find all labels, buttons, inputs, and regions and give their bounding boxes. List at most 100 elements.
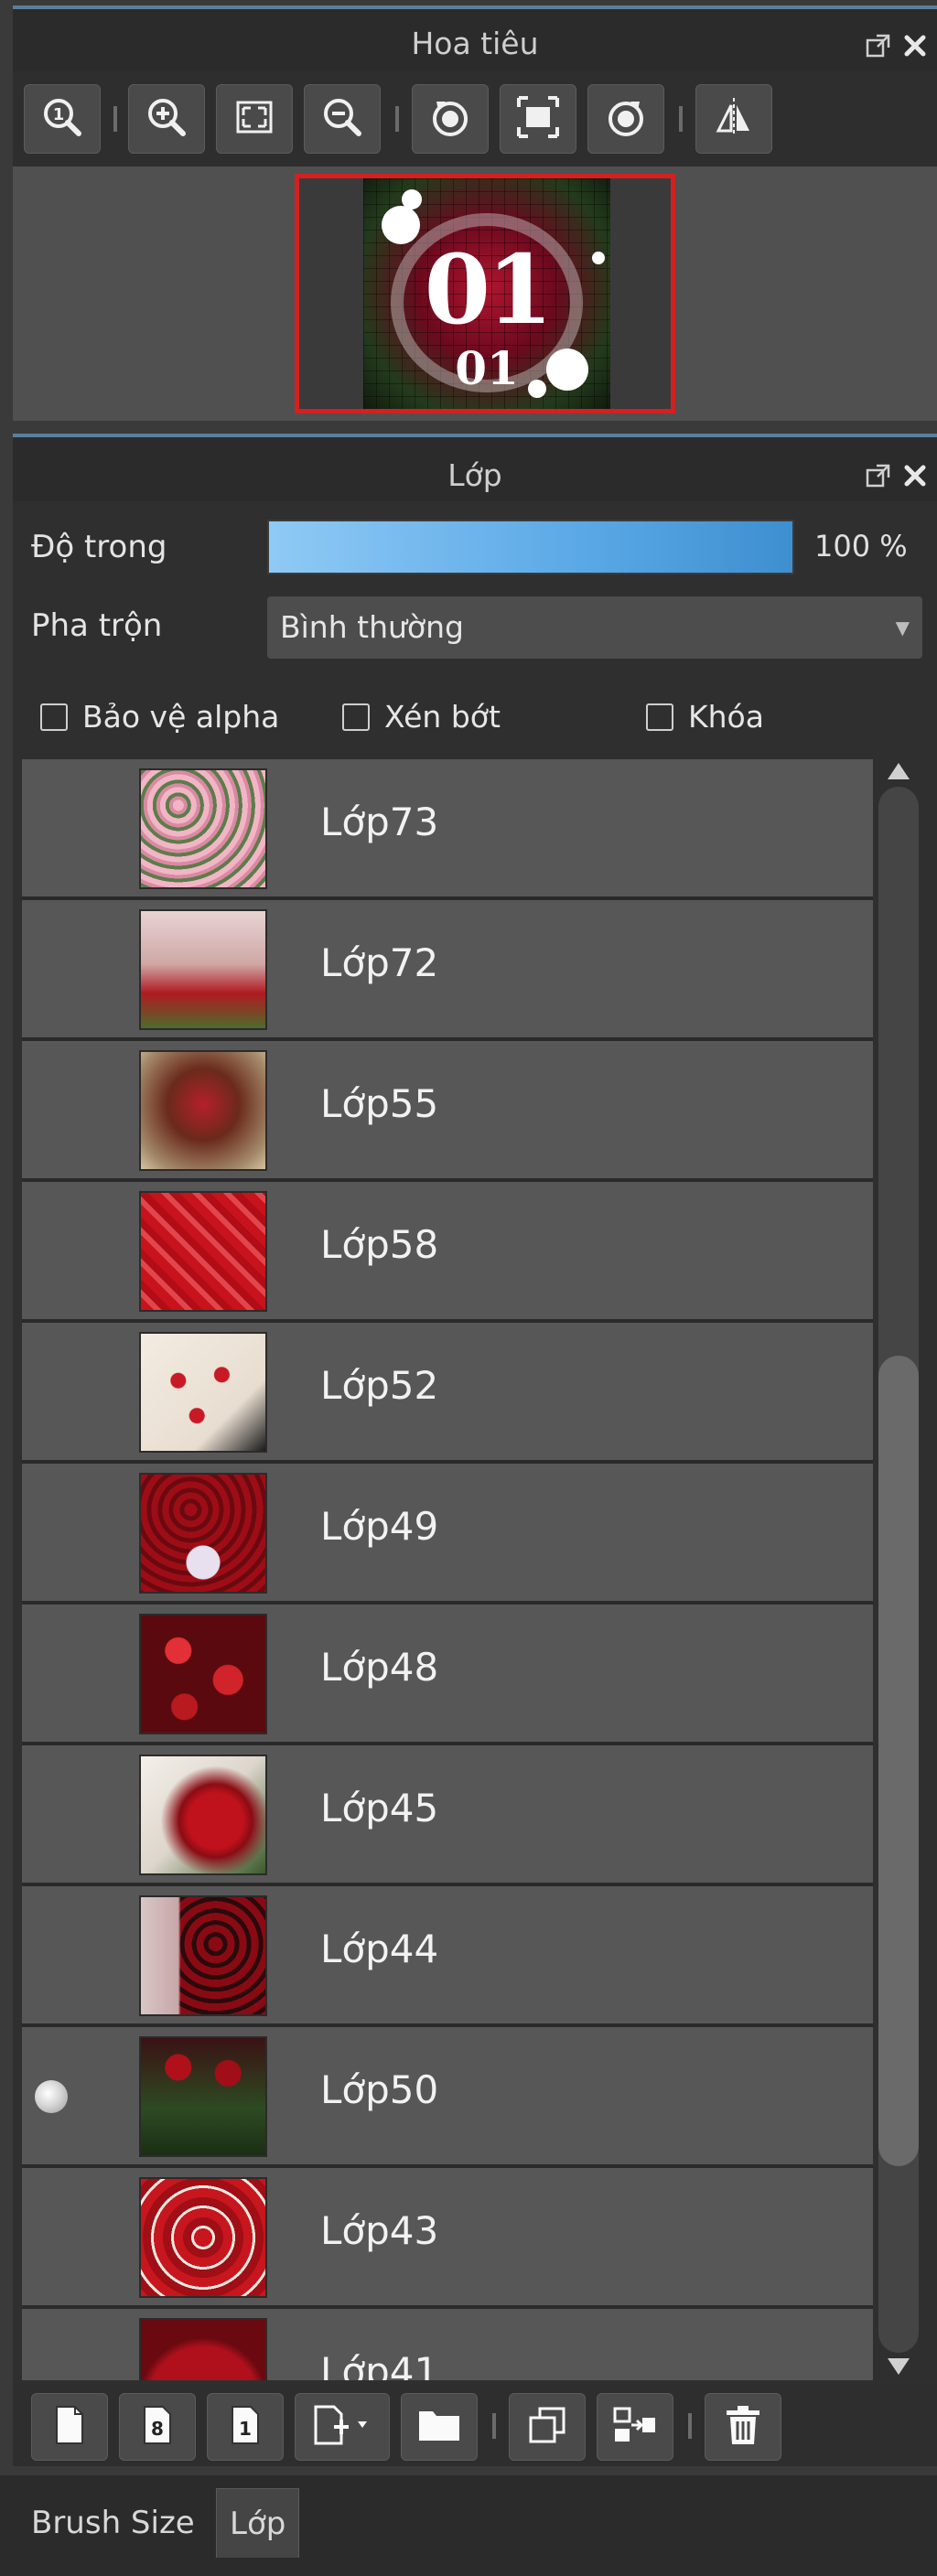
layer-thumbnail: [139, 2177, 267, 2298]
checkbox-box: [342, 703, 370, 731]
navigator-header: Hoa tiêu: [13, 5, 937, 71]
tab-layers[interactable]: Lớp: [216, 2488, 300, 2558]
fit-screen-button[interactable]: [216, 84, 293, 154]
layer-row[interactable]: Lớp45: [22, 1745, 873, 1883]
layer-row[interactable]: Lớp43: [22, 2168, 873, 2305]
layer-row[interactable]: Lớp72: [22, 900, 873, 1037]
fit-view-icon: [515, 94, 561, 144]
fit-screen-icon: [232, 95, 276, 143]
preview-small-number: 01: [455, 341, 519, 395]
tab-brush-size[interactable]: Brush Size: [18, 2488, 208, 2558]
new-folder-button[interactable]: [401, 2393, 478, 2461]
layer-name: Lớp44: [320, 1927, 439, 1971]
layers-header: Lớp: [13, 434, 937, 501]
scroll-up-icon[interactable]: [888, 763, 910, 779]
opacity-label: Độ trong: [31, 529, 167, 565]
layer-thumbnail: [139, 2036, 267, 2157]
clipping-label: Xén bớt: [384, 699, 501, 735]
layer-row[interactable]: Lớp48: [22, 1605, 873, 1742]
layer-thumbnail: [139, 2318, 267, 2380]
checkbox-box: [646, 703, 673, 731]
add-layer-menu-button[interactable]: [295, 2393, 390, 2461]
zoom-actual-button[interactable]: 1: [24, 84, 101, 154]
lock-label: Khóa: [688, 699, 764, 735]
merge-layer-button[interactable]: [597, 2393, 673, 2461]
layer-name: Lớp45: [320, 1786, 439, 1830]
zoom-out-icon: [320, 95, 364, 143]
navigator-title: Hoa tiêu: [411, 26, 539, 61]
layer-row[interactable]: Lớp49: [22, 1464, 873, 1601]
layer-row[interactable]: Lớp58: [22, 1182, 873, 1319]
layer-thumbnail: [139, 1050, 267, 1171]
layer-thumbnail: [139, 768, 267, 889]
rotate-left-button[interactable]: [412, 84, 489, 154]
lock-checkbox[interactable]: Khóa: [646, 699, 764, 735]
delete-layer-button[interactable]: [705, 2393, 781, 2461]
rotate-right-button[interactable]: [587, 84, 664, 154]
new-1bit-layer-button[interactable]: 1: [207, 2393, 284, 2461]
rotate-right-icon: [603, 94, 649, 144]
protect-alpha-label: Bảo vệ alpha: [82, 699, 280, 735]
float-panel-icon[interactable]: [860, 457, 897, 494]
opacity-slider[interactable]: [267, 520, 794, 574]
float-panel-icon[interactable]: [860, 27, 897, 64]
scroll-down-icon[interactable]: [888, 2358, 910, 2375]
layer-name: Lớp52: [320, 1363, 439, 1408]
layer-list-scrollbar[interactable]: [877, 759, 924, 2380]
layer-row[interactable]: Lớp44: [22, 1886, 873, 2023]
preview-big-number: 01: [424, 233, 554, 346]
layer-row[interactable]: Lớp73: [22, 759, 873, 896]
layer-row[interactable]: Lớp52: [22, 1323, 873, 1460]
duplicate-layer-button[interactable]: [509, 2393, 586, 2461]
toolbar-separator: [679, 106, 683, 132]
new-layer-icon: [51, 2403, 88, 2451]
layer-name: Lớp43: [320, 2208, 439, 2253]
layer-thumbnail: [139, 1332, 267, 1453]
layer-thumbnail: [139, 1473, 267, 1594]
navigator-viewport-frame[interactable]: 01 01: [295, 174, 675, 413]
zoom-actual-icon: 1: [40, 95, 84, 143]
layer-thumbnail: [139, 1191, 267, 1312]
flip-horizontal-button[interactable]: [695, 84, 772, 154]
layer-name: Lớp72: [320, 940, 439, 985]
new-layer-button[interactable]: [31, 2393, 108, 2461]
zoom-in-icon: [145, 95, 188, 143]
layer-name: Lớp50: [320, 2067, 439, 2112]
navigator-view[interactable]: 01 01: [13, 166, 937, 421]
layers-title: Lớp: [447, 457, 502, 493]
layer-row[interactable]: Lớp50: [22, 2027, 873, 2164]
close-icon[interactable]: [897, 27, 933, 64]
layer-visible-indicator[interactable]: [35, 2080, 68, 2113]
zoom-out-button[interactable]: [304, 84, 381, 154]
canvas-preview-image: 01 01: [363, 178, 610, 409]
layer-row[interactable]: Lớp55: [22, 1041, 873, 1178]
new-8bit-layer-button[interactable]: 8: [119, 2393, 196, 2461]
layer-name: Lớp41: [320, 2349, 439, 2380]
checkbox-box: [40, 703, 68, 731]
new-8bit-layer-icon: 8: [139, 2403, 176, 2451]
folder-icon: [416, 2406, 462, 2448]
layers-toolbar: 8 1: [13, 2384, 937, 2466]
layer-name: Lớp55: [320, 1081, 439, 1126]
fit-view-button[interactable]: [500, 84, 576, 154]
clipping-checkbox[interactable]: Xén bớt: [342, 699, 501, 735]
blend-mode-value: Bình thường: [280, 609, 464, 645]
preview-decoration: [402, 189, 422, 209]
layer-list[interactable]: Lớp73 Lớp72 Lớp55 Lớp58 Lớp52 Lớp49 Lớp4…: [22, 759, 873, 2380]
protect-alpha-checkbox[interactable]: Bảo vệ alpha: [40, 699, 279, 735]
merge-layer-icon: [611, 2403, 659, 2451]
scrollbar-thumb[interactable]: [878, 1356, 919, 2166]
svg-text:1: 1: [53, 105, 65, 124]
flip-horizontal-icon: [711, 94, 757, 144]
toolbar-separator: [395, 106, 399, 132]
close-icon[interactable]: [897, 457, 933, 494]
zoom-in-button[interactable]: [128, 84, 205, 154]
delete-layer-icon: [723, 2403, 763, 2451]
layer-row[interactable]: Lớp41: [22, 2309, 873, 2380]
new-1bit-layer-icon: 1: [227, 2403, 264, 2451]
add-layer-menu-icon: [310, 2403, 374, 2451]
toolbar-separator: [113, 106, 117, 132]
toolbar-separator: [492, 2413, 496, 2439]
opacity-value: 100 %: [814, 529, 908, 564]
blend-mode-select[interactable]: Bình thường ▼: [267, 596, 922, 659]
